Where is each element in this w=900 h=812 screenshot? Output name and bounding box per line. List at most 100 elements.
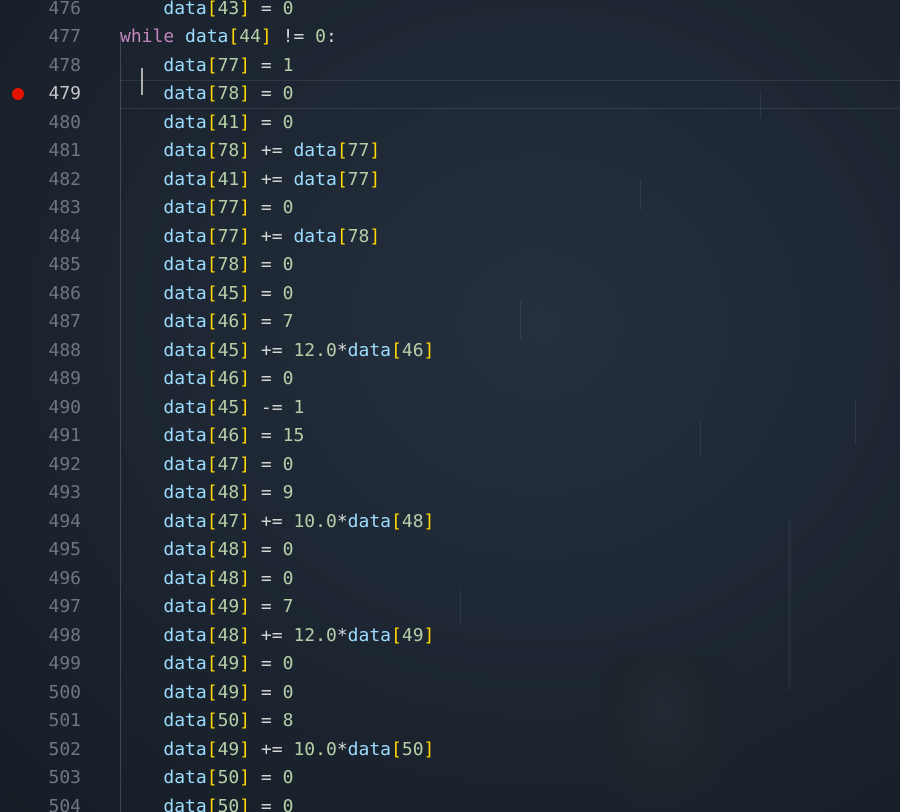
code-line[interactable]: 503 data[50] = 0 [0,764,900,793]
line-code[interactable]: data[47] = 0 [120,451,293,480]
code-line[interactable]: 489 data[46] = 0 [0,365,900,394]
line-code[interactable]: data[48] = 0 [120,565,293,594]
code-line[interactable]: 481 data[78] += data[77] [0,137,900,166]
code-line[interactable]: 499 data[49] = 0 [0,650,900,679]
line-number[interactable]: 501 [20,707,81,736]
line-number[interactable]: 479 [20,80,81,109]
line-code[interactable]: data[77] = 0 [120,194,293,223]
line-code[interactable]: data[46] = 0 [120,365,293,394]
line-code[interactable]: data[48] += 12.0*data[49] [120,622,434,651]
code-line[interactable]: 485 data[78] = 0 [0,251,900,280]
line-code[interactable]: data[46] = 15 [120,422,304,451]
line-code[interactable]: data[77] += data[78] [120,223,380,252]
code-token: ] [239,197,251,218]
line-code[interactable]: data[46] = 7 [120,308,293,337]
code-line[interactable]: 476 data[43] = 0 [0,0,900,23]
code-token: data [163,368,207,389]
line-number[interactable]: 494 [20,508,81,537]
line-number[interactable]: 500 [20,679,81,708]
code-line[interactable]: 496 data[48] = 0 [0,565,900,594]
line-code[interactable]: data[49] += 10.0*data[50] [120,736,434,765]
line-number[interactable]: 491 [20,422,81,451]
code-editor[interactable]: 476 data[43] = 0 477 while data[44] != 0: 4… [0,0,900,812]
line-code[interactable]: data[43] = 0 [120,0,293,23]
code-line[interactable]: 490 data[45] -= 1 [0,394,900,423]
code-line[interactable]: 482 data[41] += data[77] [0,166,900,195]
code-line[interactable]: 484 data[77] += data[78] [0,223,900,252]
code-line[interactable]: 477 while data[44] != 0: [0,23,900,52]
line-number[interactable]: 499 [20,650,81,679]
code-token: 48 [401,510,424,532]
line-number[interactable]: 486 [20,280,81,309]
code-line[interactable]: 495 data[48] = 0 [0,536,900,565]
code-line[interactable]: 497 data[49] = 7 [0,593,900,622]
line-number[interactable]: 487 [20,308,81,337]
line-code[interactable]: data[50] = 8 [120,707,293,736]
code-line[interactable]: 491 data[46] = 15 [0,422,900,451]
line-number[interactable]: 481 [20,137,81,166]
line-code[interactable]: data[77] = 1 [120,52,293,81]
line-number[interactable]: 485 [20,251,81,280]
line-code[interactable]: data[45] = 0 [120,280,293,309]
line-code[interactable]: data[41] = 0 [120,109,293,138]
code-line[interactable]: 478 data[77] = 1 [0,52,900,81]
code-line[interactable]: 502 data[49] += 10.0*data[50] [0,736,900,765]
line-number[interactable]: 502 [20,736,81,765]
code-token: data [293,225,337,247]
line-number[interactable]: 498 [20,622,81,651]
code-line[interactable]: 492 data[47] = 0 [0,451,900,480]
line-code[interactable]: data[48] = 0 [120,536,293,565]
line-code[interactable]: data[47] += 10.0*data[48] [120,508,434,537]
code-line[interactable]: 479 data[78] = 0 [0,80,900,109]
code-token: data [163,396,207,418]
code-line[interactable]: 494 data[47] += 10.0*data[48] [0,508,900,537]
code-line[interactable]: 488 data[45] += 12.0*data[46] [0,337,900,366]
code-line[interactable]: 480 data[41] = 0 [0,109,900,138]
line-number[interactable]: 489 [20,365,81,394]
line-number[interactable]: 488 [20,337,81,366]
line-number[interactable]: 482 [20,166,81,195]
line-code[interactable]: data[78] = 0 [120,80,293,109]
code-line[interactable]: 504 data[50] = 0 [0,793,900,812]
line-code[interactable]: while data[44] != 0: [120,23,337,52]
code-line[interactable]: 498 data[48] += 12.0*data[49] [0,622,900,651]
line-number[interactable]: 504 [20,793,81,812]
code-line[interactable]: 500 data[49] = 0 [0,679,900,708]
code-line[interactable]: 483 data[77] = 0 [0,194,900,223]
line-number[interactable]: 496 [20,565,81,594]
line-number[interactable]: 477 [20,23,81,52]
line-number[interactable]: 480 [20,109,81,138]
line-code[interactable]: data[45] -= 1 [120,394,304,423]
line-code[interactable]: data[49] = 0 [120,679,293,708]
code-lines[interactable]: 476 data[43] = 0 477 while data[44] != 0: 4… [0,0,900,812]
line-code[interactable]: data[49] = 7 [120,593,293,622]
code-line[interactable]: 501 data[50] = 8 [0,707,900,736]
code-token: data [163,111,207,133]
line-code[interactable]: data[50] = 0 [120,764,293,793]
code-token: 46 [217,425,240,446]
code-token: 45 [217,396,240,418]
line-code[interactable]: data[78] = 0 [120,251,293,280]
code-token: [ [391,339,402,361]
line-number[interactable]: 493 [20,479,81,508]
line-number[interactable]: 495 [20,536,81,565]
line-number[interactable]: 492 [20,451,81,480]
line-code[interactable]: data[48] = 9 [120,479,293,508]
line-number[interactable]: 476 [20,0,81,23]
line-code[interactable]: data[45] += 12.0*data[46] [120,337,434,366]
line-code[interactable]: data[41] += data[77] [120,166,380,195]
line-number[interactable]: 478 [20,52,81,81]
line-number[interactable]: 503 [20,764,81,793]
line-number[interactable]: 497 [20,593,81,622]
line-code[interactable]: data[50] = 0 [120,793,293,812]
line-number[interactable]: 483 [20,194,81,223]
line-code[interactable]: data[49] = 0 [120,650,293,679]
code-line[interactable]: 493 data[48] = 9 [0,479,900,508]
line-number[interactable]: 484 [20,223,81,252]
code-token: data [163,339,207,361]
line-number[interactable]: 490 [20,394,81,423]
line-code[interactable]: data[78] += data[77] [120,137,380,166]
code-line[interactable]: 486 data[45] = 0 [0,280,900,309]
code-line[interactable]: 487 data[46] = 7 [0,308,900,337]
